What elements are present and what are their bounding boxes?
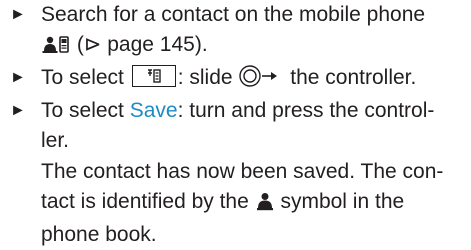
step3-before: To select (41, 99, 130, 122)
save-menu-item-label: Save (129, 99, 178, 122)
result-line1: The contact has now been saved. The con- (41, 160, 444, 183)
document-page: ► Search for a contact on the mobile pho… (0, 0, 471, 247)
instruction-step-search: ► Search for a contact on the mobile pho… (10, 0, 468, 63)
instruction-step-save: ► To select Save: turn and press the con… (10, 96, 468, 156)
step2-before: To select (41, 66, 130, 89)
step-text: Search for a contact on the mobile phone… (41, 0, 468, 63)
step-text: To select : slide the controller. (41, 63, 468, 96)
menu-key-icon (131, 65, 176, 87)
step3-after: : turn and press the control- (177, 99, 435, 122)
instruction-list: ► Search for a contact on the mobile pho… (10, 0, 468, 250)
step3-line1: To select Save: turn and press the contr… (41, 96, 468, 126)
bullet-arrow: ► (10, 69, 26, 86)
result-line3: phone book. (41, 223, 157, 246)
result-text: The contact has now been saved. The con-… (10, 157, 468, 250)
bullet-arrow: ► (10, 102, 26, 119)
controller-slide-right-icon (238, 65, 284, 96)
step1-line1: Search for a contact on the mobile phone (41, 3, 426, 26)
instruction-step-select-key: ► To select : slide the controller. (10, 63, 468, 96)
result-line2-after: symbol in the (274, 190, 405, 213)
step2-after: : slide (177, 66, 239, 89)
step-text: To select Save: turn and press the contr… (41, 96, 468, 156)
contact-person-icon (255, 190, 275, 220)
contact-phone-icon (41, 33, 71, 63)
step1-page-ref: (⊳ page 145). (71, 33, 208, 56)
step1-line2-wrap: (⊳ page 145). (41, 30, 468, 63)
bullet-arrow: ► (10, 6, 26, 23)
result-line2-before: tact is identified by the (41, 190, 255, 213)
step3-line2: ler. (41, 129, 70, 152)
result-line2: tact is identified by the symbol in the (41, 187, 468, 220)
step2-end: the controller. (284, 66, 417, 89)
